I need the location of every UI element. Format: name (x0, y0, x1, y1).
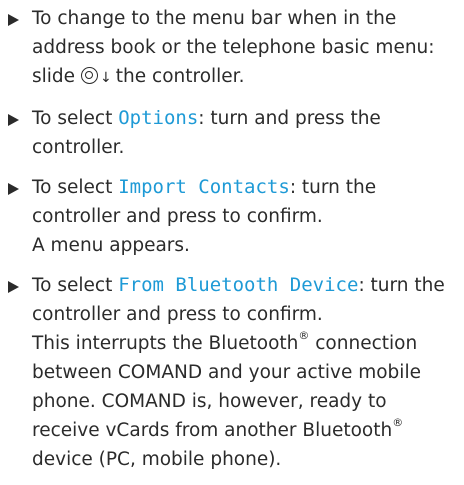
step-4-intro: To select (32, 275, 119, 296)
instruction-steps: To change to the menu bar when in the ad… (8, 4, 460, 485)
menu-term-options: Options (118, 107, 199, 129)
step-4: To select From Bluetooth Device: turn th… (8, 271, 460, 474)
step-text: To change to the menu bar when in the ad… (32, 4, 460, 93)
step-3-intro: To select (32, 177, 119, 198)
step-1: To change to the menu bar when in the ad… (8, 4, 460, 93)
bullet-arrow-icon (8, 114, 19, 126)
bullet-arrow-icon (8, 14, 19, 26)
step-2-intro: To select (32, 108, 119, 129)
menu-term-import-contacts: Import Contacts (118, 176, 290, 198)
step-2: To select Options: turn and press the co… (8, 104, 460, 162)
step-text: To select Import Contacts: turn the cont… (32, 173, 460, 231)
step-result: A menu appears. (32, 235, 190, 256)
step-text: To select From Bluetooth Device: turn th… (32, 271, 460, 329)
registered-mark: ® (298, 328, 310, 342)
controller-icon (81, 67, 99, 84)
registered-mark: ® (392, 415, 404, 429)
step-text: To select Options: turn and press the co… (32, 104, 460, 162)
bullet-arrow-icon (8, 183, 19, 195)
step-1-text-end: the controller. (115, 66, 245, 87)
menu-term-from-bluetooth-device: From Bluetooth Device (118, 274, 359, 296)
bullet-arrow-icon (8, 281, 19, 293)
result-text-a: This interrupts the Bluetooth (32, 333, 299, 354)
result-text-c: device (PC, mobile phone). (32, 449, 282, 470)
slide-down-arrow-icon: ↓ (100, 70, 112, 86)
step-result: This interrupts the Bluetooth® connectio… (32, 329, 460, 474)
step-3: To select Import Contacts: turn the cont… (8, 173, 460, 260)
